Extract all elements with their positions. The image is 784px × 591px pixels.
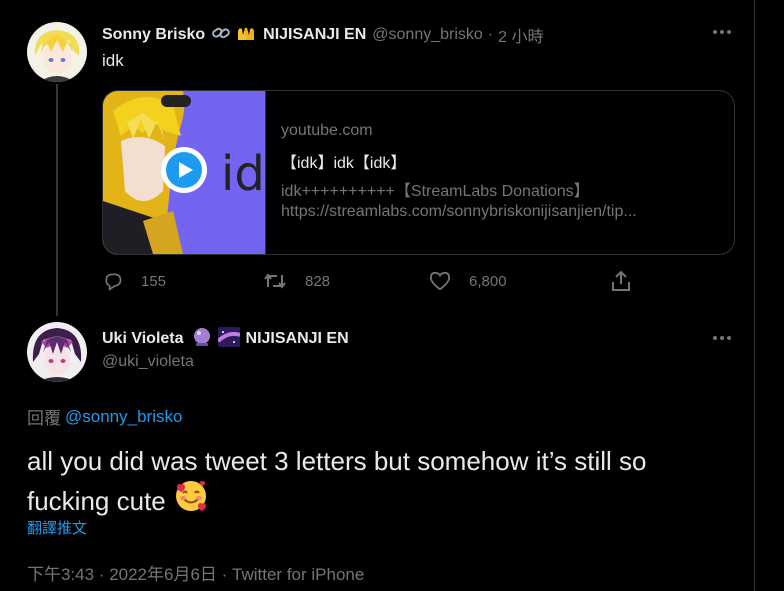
avatar-uki[interactable]	[27, 322, 87, 382]
reply-button[interactable]: 155	[103, 271, 166, 291]
affiliation: NIJISANJI EN	[245, 330, 349, 347]
share-icon	[612, 270, 630, 291]
milky-way-icon	[216, 326, 241, 352]
like-count: 6,800	[469, 272, 507, 290]
tweet-text: idk	[102, 51, 124, 70]
retweet-count: 828	[305, 272, 331, 290]
reply-context: 回覆 @sonny_brisko	[27, 404, 182, 429]
smiling-hearts-emoji	[174, 479, 208, 522]
display-name[interactable]: Uki Violeta	[102, 330, 184, 348]
timestamp[interactable]: 2 小時	[498, 23, 543, 47]
tweet1-header: Sonny Brisko NIJISANJI EN @sonny_brisko …	[102, 23, 543, 47]
share-button[interactable]	[611, 270, 649, 292]
handle[interactable]: @uki_violeta	[102, 353, 194, 371]
reply-to-link[interactable]: @sonny_brisko	[65, 407, 182, 427]
separator: ·	[487, 26, 494, 43]
hands-icon	[235, 24, 257, 47]
tweet-text-line-2-row: fucking cute	[27, 479, 646, 522]
link-icon	[211, 24, 231, 47]
tweet-timestamp[interactable]: 下午3:43 · 2022年6月6日 · Twitter for iPhone	[27, 560, 364, 585]
thread-connector	[56, 84, 58, 316]
thumbnail-text: idk	[221, 146, 265, 202]
card-description: idk++++++++++【StreamLabs Donations】	[281, 183, 590, 200]
card-url: https://streamlabs.com/sonnybriskonijisa…	[281, 203, 637, 220]
card-title: 【idk】idk【idk】	[281, 155, 407, 172]
more-icon[interactable]	[712, 328, 732, 353]
display-name[interactable]: Sonny Brisko	[102, 26, 205, 44]
retweet-icon	[264, 273, 286, 289]
handle[interactable]: @sonny_brisko	[372, 26, 483, 44]
play-icon[interactable]	[161, 147, 207, 193]
reply-label: 回覆	[27, 409, 61, 428]
tweet-text: all you did was tweet 3 letters but some…	[27, 443, 646, 522]
reply-icon	[105, 273, 122, 291]
like-icon	[429, 271, 451, 291]
link-card[interactable]: idk youtube.com 【idk】idk【idk】 idk+++++++…	[102, 90, 735, 255]
tweet-text-line-2: fucking cute	[27, 485, 166, 516]
tweet2-header: Uki Violeta NIJISANJI EN	[102, 326, 349, 352]
column-border	[754, 0, 755, 591]
translate-link[interactable]: 翻譯推文	[27, 517, 87, 538]
crystal-ball-icon	[192, 327, 212, 352]
affiliation: NIJISANJI EN	[263, 26, 367, 43]
retweet-button[interactable]: 828	[263, 271, 330, 291]
more-icon[interactable]	[712, 22, 732, 47]
avatar-sonny[interactable]	[27, 22, 87, 82]
card-domain: youtube.com	[281, 122, 373, 139]
like-button[interactable]: 6,800	[429, 271, 507, 291]
reply-count: 155	[141, 272, 167, 290]
tweet-text-line-1: all you did was tweet 3 letters but some…	[27, 446, 647, 476]
video-thumbnail[interactable]: idk	[103, 91, 266, 254]
